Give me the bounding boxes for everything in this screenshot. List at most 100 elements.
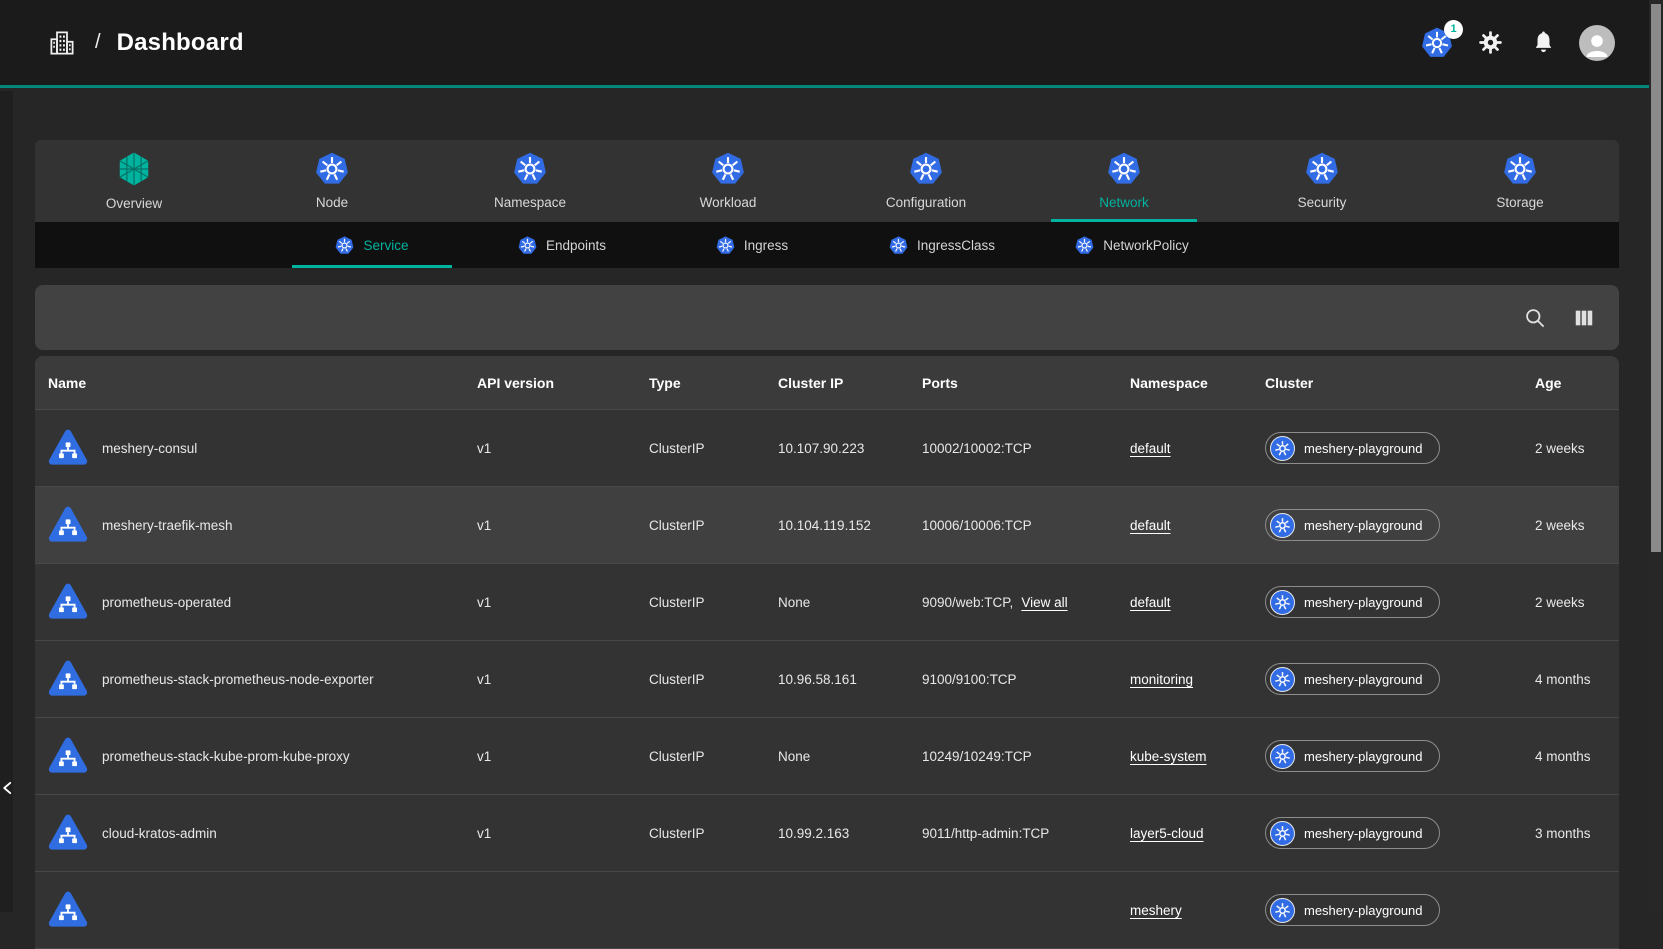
namespace-link[interactable]: layer5-cloud [1130, 826, 1204, 841]
namespace-link[interactable]: kube-system [1130, 749, 1207, 764]
kubernetes-icon [1107, 152, 1141, 186]
service-type: ClusterIP [649, 749, 778, 764]
tab-namespace[interactable]: Namespace [431, 140, 629, 222]
resource-tabbar: Overview Node Namespace Workload Configu… [35, 140, 1619, 222]
cluster-chip[interactable]: meshery-playground [1265, 663, 1440, 695]
table-header-row: Name API version Type Cluster IP Ports N… [35, 356, 1619, 410]
api-version: v1 [477, 595, 649, 610]
kubernetes-icon [335, 236, 354, 255]
column-header-ports[interactable]: Ports [922, 375, 1130, 391]
service-type: ClusterIP [649, 672, 778, 687]
kubernetes-icon [1270, 436, 1295, 461]
api-version: v1 [477, 441, 649, 456]
dashboard-content: Overview Node Namespace Workload Configu… [35, 140, 1619, 949]
tab-storage[interactable]: Storage [1421, 140, 1619, 222]
tab-node[interactable]: Node [233, 140, 431, 222]
age: 3 months [1535, 826, 1606, 841]
table-row[interactable]: cloud-kratos-admin v1 ClusterIP 10.99.2.… [35, 795, 1619, 872]
service-name: meshery-consul [102, 441, 197, 456]
cluster-chip[interactable]: meshery-playground [1265, 509, 1440, 541]
service-resource-icon [48, 582, 88, 622]
subtab-underline [292, 265, 452, 268]
user-avatar[interactable] [1579, 25, 1615, 61]
breadcrumb-separator: / [95, 31, 101, 54]
namespace-link[interactable]: meshery [1130, 903, 1182, 918]
tab-label: Security [1298, 195, 1347, 210]
kubernetes-icon [1503, 152, 1537, 186]
column-header-cluster[interactable]: Cluster [1265, 375, 1535, 391]
service-type: ClusterIP [649, 518, 778, 533]
service-resource-icon [48, 428, 88, 468]
notifications-bell-button[interactable] [1526, 26, 1560, 60]
page-scrollbar [1649, 0, 1663, 912]
page-title: Dashboard [117, 29, 244, 57]
drawer-collapse-toggle[interactable] [0, 762, 17, 814]
subtab-label: Service [363, 238, 408, 253]
view-columns-icon[interactable] [1571, 305, 1597, 331]
column-header-namespace[interactable]: Namespace [1130, 375, 1265, 391]
tab-overview[interactable]: Overview [35, 140, 233, 222]
cluster-chip[interactable]: meshery-playground [1265, 817, 1440, 849]
tab-label: Namespace [494, 195, 566, 210]
column-header-cluster-ip[interactable]: Cluster IP [778, 375, 922, 391]
subtab-ingress[interactable]: Ingress [657, 222, 847, 268]
service-name: cloud-kratos-admin [102, 826, 217, 841]
tab-label: Overview [106, 196, 162, 211]
subtab-ingressclass[interactable]: IngressClass [847, 222, 1037, 268]
kubernetes-context-button[interactable]: 1 [1420, 26, 1454, 60]
tab-label: Configuration [886, 195, 966, 210]
table-row[interactable]: meshery meshery-playground [35, 872, 1619, 949]
search-icon[interactable] [1522, 305, 1548, 331]
ports: 10002/10002:TCP [922, 441, 1130, 456]
organization-building-icon[interactable] [47, 28, 77, 58]
table-row[interactable]: prometheus-stack-prometheus-node-exporte… [35, 641, 1619, 718]
subtab-label: Ingress [744, 238, 788, 253]
api-version: v1 [477, 672, 649, 687]
services-table: Name API version Type Cluster IP Ports N… [35, 356, 1619, 949]
subtab-networkpolicy[interactable]: NetworkPolicy [1037, 222, 1227, 268]
table-row[interactable]: meshery-consul v1 ClusterIP 10.107.90.22… [35, 410, 1619, 487]
settings-gear-button[interactable] [1473, 26, 1507, 60]
column-header-age[interactable]: Age [1535, 375, 1606, 391]
service-name: prometheus-stack-prometheus-node-exporte… [102, 672, 374, 687]
tab-label: Node [316, 195, 348, 210]
column-header-api-version[interactable]: API version [477, 375, 649, 391]
kubernetes-icon [1270, 590, 1295, 615]
view-all-ports-link[interactable]: View all [1021, 595, 1067, 610]
column-header-name[interactable]: Name [48, 375, 477, 391]
scrollbar-thumb[interactable] [1651, 4, 1661, 552]
kubernetes-icon [518, 236, 537, 255]
cluster-ip: None [778, 749, 922, 764]
age: 2 weeks [1535, 441, 1606, 456]
table-row[interactable]: prometheus-operated v1 ClusterIP None 90… [35, 564, 1619, 641]
subtab-spacer [35, 222, 277, 268]
tab-label: Storage [1496, 195, 1543, 210]
kubernetes-icon [1075, 236, 1094, 255]
cluster-chip[interactable]: meshery-playground [1265, 894, 1440, 926]
namespace-link[interactable]: default [1130, 518, 1171, 533]
service-resource-icon [48, 505, 88, 545]
table-row[interactable]: prometheus-stack-kube-prom-kube-proxy v1… [35, 718, 1619, 795]
service-resource-icon [48, 813, 88, 853]
cluster-ip: 10.99.2.163 [778, 826, 922, 841]
tab-network[interactable]: Network [1025, 140, 1223, 222]
table-row[interactable]: meshery-traefik-mesh v1 ClusterIP 10.104… [35, 487, 1619, 564]
cluster-chip[interactable]: meshery-playground [1265, 586, 1440, 618]
ports: 9100/9100:TCP [922, 672, 1130, 687]
tab-configuration[interactable]: Configuration [827, 140, 1025, 222]
column-header-type[interactable]: Type [649, 375, 778, 391]
api-version: v1 [477, 749, 649, 764]
namespace-link[interactable]: default [1130, 595, 1171, 610]
cluster-chip[interactable]: meshery-playground [1265, 740, 1440, 772]
subtab-service[interactable]: Service [277, 222, 467, 268]
tab-workload[interactable]: Workload [629, 140, 827, 222]
ports: 10006/10006:TCP [922, 518, 1130, 533]
namespace-link[interactable]: default [1130, 441, 1171, 456]
namespace-link[interactable]: monitoring [1130, 672, 1193, 687]
cluster-chip[interactable]: meshery-playground [1265, 432, 1440, 464]
ports: 10249/10249:TCP [922, 749, 1130, 764]
subtab-endpoints[interactable]: Endpoints [467, 222, 657, 268]
service-name: meshery-traefik-mesh [102, 518, 233, 533]
tab-security[interactable]: Security [1223, 140, 1421, 222]
ports: 9011/http-admin:TCP [922, 826, 1130, 841]
